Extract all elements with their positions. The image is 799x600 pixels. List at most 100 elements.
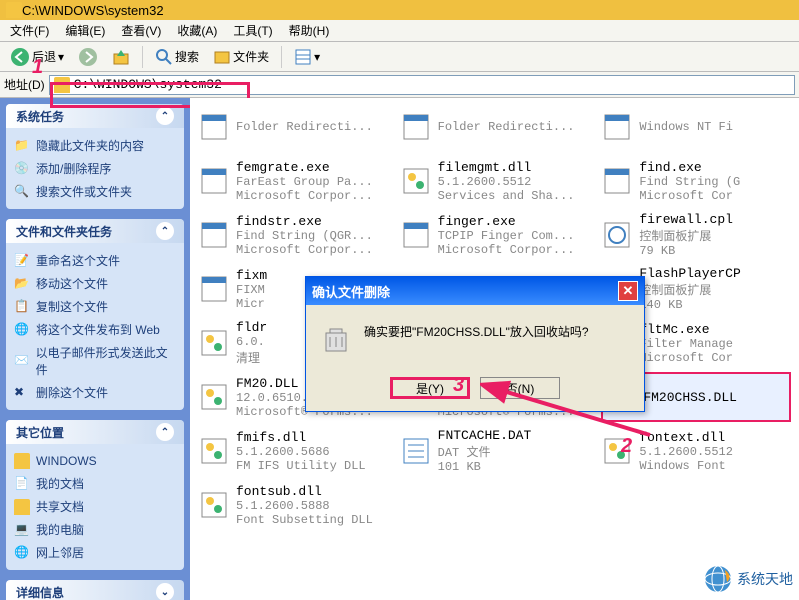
views-icon [294, 48, 312, 66]
task-move[interactable]: 📂移动这个文件 [14, 272, 176, 295]
no-button[interactable]: 否(N) [480, 377, 560, 399]
file-desc-1: Folder Redirecti... [438, 120, 575, 134]
panel-other-places: 其它位置 ⌃ WINDOWS 📄我的文档 共享文档 💻我的电脑 🌐网上邻居 [6, 420, 184, 570]
expand-icon: ⌄ [156, 583, 174, 600]
address-value: C:\WINDOWS\system32 [74, 77, 222, 92]
file-item[interactable]: FNTCACHE.DATDAT 文件101 KB [400, 426, 590, 476]
back-icon [10, 47, 30, 67]
file-name: fontsub.dll [236, 484, 373, 499]
file-desc-2: Microsoft Corpor... [236, 189, 373, 203]
up-button[interactable] [108, 46, 134, 68]
file-desc-1: Find String (QGR... [236, 229, 373, 243]
search-button[interactable]: 搜索 [151, 46, 203, 68]
dialog-message: 确实要把"FM20CHSS.DLL"放入回收站吗? [364, 323, 589, 355]
file-icon [198, 219, 230, 251]
hide-icon: 📁 [14, 138, 30, 154]
toolbar: 后退 ▾ 搜索 文件夹 ▾ [0, 42, 799, 72]
file-icon [601, 219, 633, 251]
move-icon: 📂 [14, 276, 30, 292]
close-button[interactable]: ✕ [618, 281, 638, 301]
address-input[interactable]: C:\WINDOWS\system32 [49, 75, 795, 95]
file-icon [601, 165, 633, 197]
file-item[interactable]: find.exeFind String (GMicrosoft Cor [601, 156, 791, 206]
views-button[interactable]: ▾ [290, 46, 324, 68]
dialog-title-text: 确认文件删除 [312, 282, 390, 301]
file-item[interactable]: Windows NT Fi [601, 102, 791, 152]
dropdown-icon: ▾ [314, 50, 320, 64]
task-publish[interactable]: 🌐将这个文件发布到 Web [14, 318, 176, 341]
menu-tools[interactable]: 工具(T) [227, 20, 278, 41]
file-desc-2: Font Subsetting DLL [236, 513, 373, 527]
file-icon [198, 165, 230, 197]
panel-header[interactable]: 其它位置 ⌃ [6, 420, 184, 444]
file-desc-2: Microsoft Cor [639, 189, 740, 203]
panel-title: 文件和文件夹任务 [16, 223, 112, 240]
task-rename[interactable]: 📝重命名这个文件 [14, 249, 176, 272]
file-desc-1: FarEast Group Pa... [236, 175, 373, 189]
task-search[interactable]: 🔍搜索文件或文件夹 [14, 180, 176, 203]
file-desc-2: Microsoft Cor [639, 351, 733, 365]
place-documents[interactable]: 📄我的文档 [14, 472, 176, 495]
panel-title: 系统任务 [16, 108, 64, 125]
file-item[interactable]: Folder Redirecti... [400, 102, 590, 152]
place-network[interactable]: 🌐网上邻居 [14, 541, 176, 564]
search-label: 搜索 [175, 48, 199, 65]
place-computer[interactable]: 💻我的电脑 [14, 518, 176, 541]
file-item[interactable]: fontsub.dll5.1.2600.5888Font Subsetting … [198, 480, 388, 530]
file-item[interactable]: filemgmt.dll5.1.2600.5512Services and Sh… [400, 156, 590, 206]
place-shared[interactable]: 共享文档 [14, 495, 176, 518]
forward-button[interactable] [74, 45, 102, 69]
sidebar: 系统任务 ⌃ 📁隐藏此文件夹的内容 💿添加/删除程序 🔍搜索文件或文件夹 文件和… [0, 98, 190, 600]
watermark: 系统天地 [703, 564, 793, 594]
dialog-titlebar[interactable]: 确认文件删除 ✕ [306, 277, 644, 305]
folders-button[interactable]: 文件夹 [209, 46, 273, 68]
file-item[interactable]: femgrate.exeFarEast Group Pa...Microsoft… [198, 156, 388, 206]
panel-system-tasks: 系统任务 ⌃ 📁隐藏此文件夹的内容 💿添加/删除程序 🔍搜索文件或文件夹 [6, 104, 184, 209]
file-item[interactable]: Folder Redirecti... [198, 102, 388, 152]
task-hide-contents[interactable]: 📁隐藏此文件夹的内容 [14, 134, 176, 157]
file-item[interactable]: firewall.cpl控制面板扩展79 KB [601, 210, 791, 260]
task-copy[interactable]: 📋复制这个文件 [14, 295, 176, 318]
web-icon: 🌐 [14, 322, 30, 338]
place-windows[interactable]: WINDOWS [14, 450, 176, 472]
file-item[interactable]: fmifs.dll5.1.2600.5686FM IFS Utility DLL [198, 426, 388, 476]
menu-view[interactable]: 查看(V) [115, 20, 167, 41]
panel-header[interactable]: 详细信息 ⌄ [6, 580, 184, 600]
file-name: fldr [236, 320, 267, 335]
menu-file[interactable]: 文件(F) [4, 20, 55, 41]
file-desc-1: Windows NT Fi [639, 120, 733, 134]
file-desc-1: Filter Manage [639, 337, 733, 351]
documents-icon: 📄 [14, 476, 30, 492]
file-icon [198, 111, 230, 143]
menu-edit[interactable]: 编辑(E) [59, 20, 111, 41]
folder-icon [6, 2, 22, 18]
network-icon: 🌐 [14, 545, 30, 561]
separator [281, 46, 282, 68]
panel-header[interactable]: 系统任务 ⌃ [6, 104, 184, 128]
panel-header[interactable]: 文件和文件夹任务 ⌃ [6, 219, 184, 243]
window-titlebar: C:\WINDOWS\system32 [0, 0, 799, 20]
file-desc-2: Microsoft Corpor... [438, 243, 575, 257]
forward-icon [78, 47, 98, 67]
menu-favorites[interactable]: 收藏(A) [171, 20, 223, 41]
task-delete[interactable]: ✖删除这个文件 [14, 381, 176, 404]
menu-help[interactable]: 帮助(H) [283, 20, 336, 41]
file-desc-2: FM IFS Utility DLL [236, 459, 366, 473]
file-icon [601, 111, 633, 143]
task-add-remove[interactable]: 💿添加/删除程序 [14, 157, 176, 180]
file-name: FlashPlayerCP [639, 266, 740, 281]
file-name: FNTCACHE.DAT [438, 428, 532, 443]
file-desc-2: 清理 [236, 349, 267, 366]
delete-icon: ✖ [14, 385, 30, 401]
file-item[interactable]: finger.exeTCPIP Finger Com...Microsoft C… [400, 210, 590, 260]
file-icon [198, 435, 230, 467]
panel-details: 详细信息 ⌄ [6, 580, 184, 600]
copy-icon: 📋 [14, 299, 30, 315]
collapse-icon: ⌃ [156, 222, 174, 240]
panel-file-tasks: 文件和文件夹任务 ⌃ 📝重命名这个文件 📂移动这个文件 📋复制这个文件 🌐将这个… [6, 219, 184, 410]
file-icon [400, 111, 432, 143]
file-icon [400, 219, 432, 251]
task-email[interactable]: ✉️以电子邮件形式发送此文件 [14, 341, 176, 381]
file-item[interactable]: findstr.exeFind String (QGR...Microsoft … [198, 210, 388, 260]
file-desc-2: 79 KB [639, 244, 733, 258]
